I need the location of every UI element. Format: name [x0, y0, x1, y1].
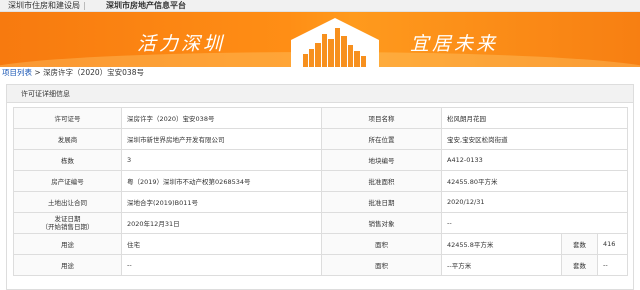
area-value: 42455.8平方米 — [441, 233, 562, 255]
approval-date-label: 批准日期 — [321, 191, 442, 213]
area-label: 面积 — [321, 254, 442, 276]
developer-label: 发展商 — [13, 128, 122, 150]
approved-area-value: 42455.80平方米 — [440, 170, 629, 192]
slogan-right: 宜居未来 — [410, 33, 499, 55]
breadcrumb-separator: > — [32, 68, 44, 77]
usage-label: 用途 — [13, 254, 122, 276]
issue-date-label: 发证日期 （开始销售日期） — [13, 212, 122, 234]
breadcrumb-current: 深房许字（2020）宝安038号 — [43, 68, 144, 77]
project-name-value: 松风朗月花园 — [440, 107, 629, 129]
permit-no-value: 深房许字（2020）宝安038号 — [121, 107, 322, 129]
units-value: 416 — [596, 233, 629, 255]
building-count-label: 栋数 — [13, 149, 122, 171]
location-value: 宝安,宝安区松岗街道 — [440, 128, 629, 150]
permit-no-label: 许可证号 — [13, 107, 122, 129]
land-contract-value: 深地合字(2019)B011号 — [121, 191, 322, 213]
table-row: 用途 住宅 面积 42455.8平方米 套数 416 — [13, 233, 629, 255]
parcel-no-label: 地块编号 — [321, 149, 442, 171]
parcel-no-value: A412-0133 — [440, 149, 629, 171]
issue-date-label-line1: 发证日期 — [54, 215, 81, 223]
table-row: 房产证编号 粤（2019）深圳市不动产权第0268534号 批准面积 42455… — [13, 170, 629, 192]
issue-date-label-line2: （开始销售日期） — [41, 223, 94, 231]
approved-area-label: 批准面积 — [321, 170, 442, 192]
approval-date-value: 2020/12/31 — [440, 191, 629, 213]
project-name-label: 项目名称 — [321, 107, 442, 129]
area-value: --平方米 — [441, 254, 562, 276]
property-cert-label: 房产证编号 — [13, 170, 122, 192]
usage-value: -- — [121, 254, 322, 276]
table-row: 发证日期 （开始销售日期） 2020年12月31日 销售对象 -- — [13, 212, 629, 234]
breadcrumb: 项目列表 > 深房许字（2020）宝安038号 — [2, 68, 144, 78]
table-row: 许可证号 深房许字（2020）宝安038号 项目名称 松风朗月花园 — [13, 107, 629, 129]
permit-detail-panel: 许可证详细信息 许可证号 深房许字（2020）宝安038号 项目名称 松风朗月花… — [6, 84, 634, 290]
breadcrumb-project-list-link[interactable]: 项目列表 — [2, 68, 32, 77]
table-row: 土地出让合同 深地合字(2019)B011号 批准日期 2020/12/31 — [13, 191, 629, 213]
slogan-left: 活力深圳 — [137, 33, 226, 55]
sales-target-value: -- — [440, 212, 629, 234]
building-count-value: 3 — [121, 149, 322, 171]
panel-title: 许可证详细信息 — [7, 85, 633, 103]
house-skyline-logo — [291, 18, 379, 67]
top-header-bar: 深圳市住房和建设局 深圳市房地产信息平台 — [0, 0, 640, 12]
table-row: 用途 -- 面积 --平方米 套数 -- — [13, 254, 629, 276]
permit-info-table: 许可证号 深房许字（2020）宝安038号 项目名称 松风朗月花园 发展商 深圳… — [13, 107, 629, 276]
table-row: 栋数 3 地块编号 A412-0133 — [13, 149, 629, 171]
units-value: -- — [596, 254, 629, 276]
developer-value: 深圳市新世界房地产开发有限公司 — [121, 128, 322, 150]
property-cert-value: 粤（2019）深圳市不动产权第0268534号 — [121, 170, 322, 192]
hero-banner: 活力深圳 宜居未来 — [0, 12, 640, 67]
land-contract-label: 土地出让合同 — [13, 191, 122, 213]
platform-name[interactable]: 深圳市房地产信息平台 — [106, 0, 186, 12]
site-name[interactable]: 深圳市住房和建设局 — [8, 0, 80, 12]
usage-label: 用途 — [13, 233, 122, 255]
issue-date-value: 2020年12月31日 — [121, 212, 322, 234]
header-divider — [84, 2, 85, 10]
units-label: 套数 — [561, 254, 598, 276]
area-label: 面积 — [321, 233, 442, 255]
units-label: 套数 — [561, 233, 598, 255]
sales-target-label: 销售对象 — [321, 212, 442, 234]
usage-value: 住宅 — [121, 233, 322, 255]
table-row: 发展商 深圳市新世界房地产开发有限公司 所在位置 宝安,宝安区松岗街道 — [13, 128, 629, 150]
location-label: 所在位置 — [321, 128, 442, 150]
